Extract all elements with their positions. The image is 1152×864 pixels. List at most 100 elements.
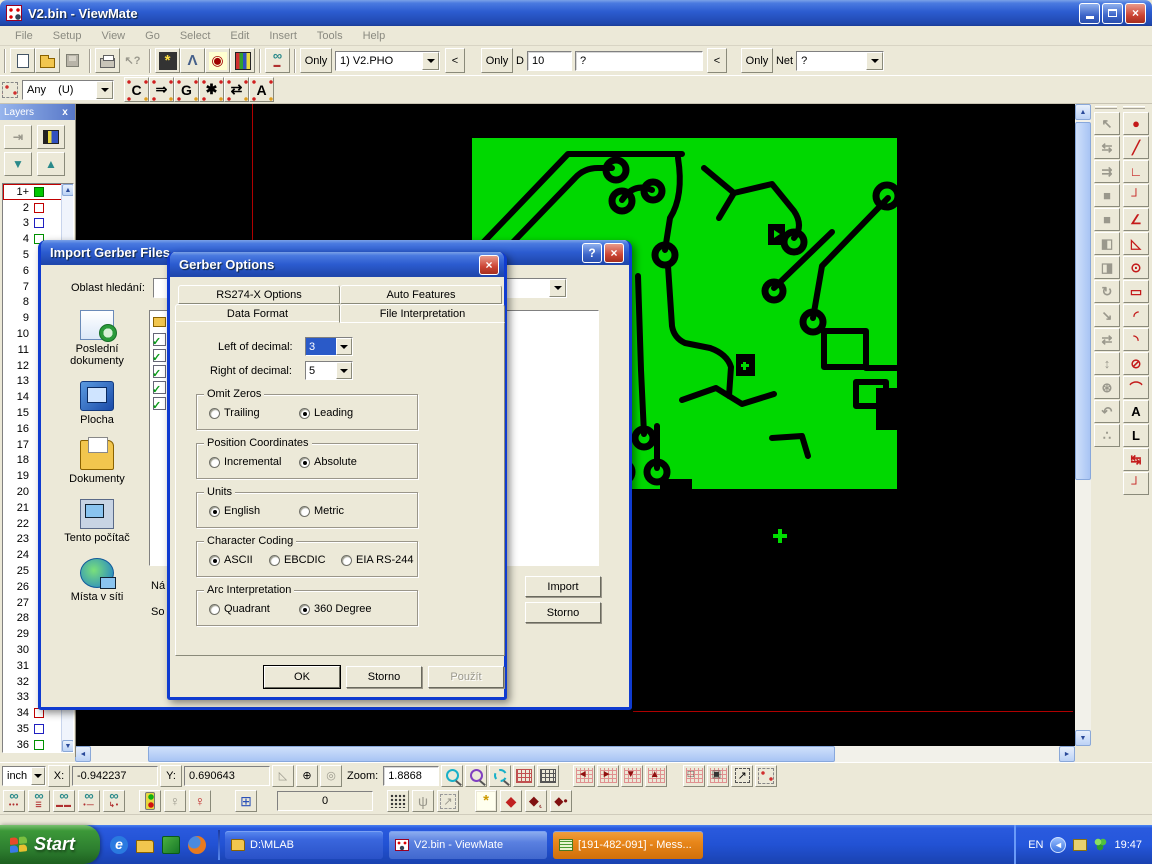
dialog-close-button[interactable]: × bbox=[479, 255, 499, 275]
import-cancel-button[interactable]: Storno bbox=[525, 602, 601, 623]
menu-item[interactable]: View bbox=[92, 28, 134, 44]
pan-right-button[interactable]: ► bbox=[597, 765, 619, 787]
draw-ellipse-button[interactable]: ⊘ bbox=[1123, 352, 1149, 375]
tile-windows-button[interactable]: ⊞ bbox=[235, 790, 257, 812]
draw-line-button[interactable]: ╱ bbox=[1123, 136, 1149, 159]
firefox-icon[interactable] bbox=[188, 836, 206, 854]
layer-insert-button[interactable]: ⇥ bbox=[4, 125, 32, 149]
layer-color-swatch[interactable] bbox=[34, 740, 44, 750]
draw-curve-button[interactable]: ⌒ bbox=[1123, 376, 1149, 399]
pan-up-button[interactable]: ▲ bbox=[645, 765, 667, 787]
scroll-up-icon[interactable]: ▲ bbox=[62, 184, 74, 196]
radio-option[interactable]: Absolute bbox=[299, 456, 389, 468]
scroll-down-icon[interactable]: ▼ bbox=[1075, 730, 1091, 746]
tab-file-interpretation[interactable]: File Interpretation bbox=[340, 304, 505, 323]
draw-angle-button[interactable]: ∠ bbox=[1123, 208, 1149, 231]
menu-item[interactable]: Go bbox=[136, 28, 169, 44]
pad-shape-button[interactable]: ■ bbox=[1094, 184, 1120, 207]
start-button[interactable]: Start bbox=[0, 825, 100, 864]
menu-item[interactable]: Tools bbox=[308, 28, 352, 44]
pan-down-button[interactable]: ▼ bbox=[621, 765, 643, 787]
place-desktop[interactable]: Plocha bbox=[52, 381, 142, 426]
scale-button[interactable]: ↘ bbox=[1094, 304, 1120, 327]
select-circle-button[interactable]: C bbox=[124, 77, 149, 102]
select-swap-button[interactable]: ⇄ bbox=[224, 77, 249, 102]
tab-rs274x-options[interactable]: RS274-X Options bbox=[178, 285, 340, 304]
open-file-button[interactable] bbox=[35, 48, 60, 73]
tab-auto-features[interactable]: Auto Features bbox=[340, 285, 502, 304]
quick-launch-folder-icon[interactable] bbox=[136, 840, 154, 853]
zoom-tool-button[interactable] bbox=[441, 765, 463, 787]
draw-rectangle-button[interactable]: ▭ bbox=[1123, 280, 1149, 303]
menu-item[interactable]: Select bbox=[171, 28, 220, 44]
menu-item[interactable]: Help bbox=[354, 28, 395, 44]
view-all-button[interactable]: ∞••• bbox=[3, 790, 25, 812]
rotate-button[interactable]: ↻ bbox=[1094, 280, 1120, 303]
apply-button[interactable]: Použít bbox=[428, 666, 504, 688]
scroll-up-icon[interactable]: ▲ bbox=[1075, 104, 1091, 120]
anchor-button[interactable]: ψ bbox=[412, 790, 434, 812]
gerber-file-icon[interactable] bbox=[153, 397, 166, 410]
left-of-decimal-select[interactable]: 3 bbox=[305, 337, 353, 356]
item-type-combobox[interactable]: Any (U) bbox=[22, 80, 114, 100]
insert-dimension-button[interactable]: ↹ bbox=[1123, 448, 1149, 471]
context-help-button[interactable]: ↖? bbox=[120, 48, 145, 73]
palette-grip[interactable] bbox=[1095, 106, 1117, 109]
chevron-down-icon[interactable] bbox=[866, 52, 883, 70]
radio-option[interactable]: EBCDIC bbox=[269, 554, 341, 566]
group-tool-button[interactable]: ∴ bbox=[1094, 424, 1120, 447]
dialog-help-button[interactable]: ? bbox=[582, 243, 602, 263]
radio-option[interactable]: Trailing bbox=[209, 407, 299, 419]
draw-corner-button[interactable]: ┘ bbox=[1123, 184, 1149, 207]
gerber-file-icon[interactable] bbox=[153, 349, 166, 362]
lamp-off-button[interactable]: ♀ bbox=[164, 790, 186, 812]
layer-combobox[interactable]: 1) V2.PHO bbox=[335, 51, 440, 71]
place-my-computer[interactable]: Tento počítač bbox=[52, 499, 142, 544]
print-button[interactable] bbox=[95, 48, 120, 73]
swap-button[interactable]: ⇄ bbox=[1094, 328, 1120, 351]
insert-text-button[interactable]: A bbox=[1123, 400, 1149, 423]
draw-pad-button[interactable]: ● bbox=[1123, 112, 1149, 135]
select-group-button[interactable]: G bbox=[174, 77, 199, 102]
inspect-button[interactable]: ∞▬ bbox=[265, 48, 290, 73]
task-explorer[interactable]: D:\MLAB bbox=[225, 831, 383, 859]
select-star-button[interactable]: ✱ bbox=[199, 77, 224, 102]
scroll-right-icon[interactable]: ► bbox=[1059, 746, 1075, 762]
previous-layer-button[interactable]: < bbox=[445, 48, 465, 73]
restore-button[interactable] bbox=[1102, 3, 1123, 24]
scroll-left-icon[interactable]: ◄ bbox=[75, 746, 91, 762]
undo-tool-button[interactable]: ↶ bbox=[1094, 400, 1120, 423]
layer-move-up-button[interactable]: ▲ bbox=[37, 152, 65, 176]
chevron-down-icon[interactable] bbox=[336, 338, 352, 355]
radio-option[interactable]: ASCII bbox=[209, 554, 269, 566]
radio-option[interactable]: English bbox=[209, 505, 299, 517]
grid-remove-button[interactable]: ▣ bbox=[707, 765, 729, 787]
ok-button[interactable]: OK bbox=[264, 666, 340, 688]
chevron-down-icon[interactable] bbox=[422, 52, 439, 70]
minimize-button[interactable] bbox=[1079, 3, 1100, 24]
view-dcode-button[interactable]: ∞•— bbox=[78, 790, 100, 812]
gerber-file-icon[interactable] bbox=[153, 365, 166, 378]
close-button[interactable]: × bbox=[1125, 3, 1146, 24]
scroll-down-icon[interactable]: ▼ bbox=[62, 740, 74, 752]
draw-triangle-button[interactable]: ◺ bbox=[1123, 232, 1149, 255]
select-text-button[interactable]: A bbox=[249, 77, 274, 102]
previous-dcode-button[interactable]: < bbox=[707, 48, 727, 73]
chevron-down-icon[interactable] bbox=[96, 81, 113, 99]
chevron-down-icon[interactable] bbox=[31, 767, 45, 785]
grid-settings-button[interactable] bbox=[513, 765, 535, 787]
layer-color-swatch[interactable] bbox=[34, 724, 44, 734]
place-recent-documents[interactable]: Poslední dokumenty bbox=[52, 310, 142, 367]
import-button[interactable]: Import bbox=[525, 576, 601, 597]
cancel-button[interactable]: Storno bbox=[346, 666, 422, 688]
locate-button[interactable]: ◎ bbox=[320, 765, 342, 787]
pad-dot-mode-button[interactable]: ◆• bbox=[550, 790, 572, 812]
hide-icons-chevron-icon[interactable]: ◄ bbox=[1050, 837, 1066, 853]
dcode-input[interactable]: 10 bbox=[527, 51, 572, 71]
task-messenger[interactable]: [191-482-091] - Mess... bbox=[553, 831, 703, 859]
task-viewmate[interactable]: V2.bin - ViewMate bbox=[389, 831, 547, 859]
gerber-file-icon[interactable] bbox=[153, 333, 166, 346]
palette-grip[interactable] bbox=[1123, 106, 1145, 109]
only-dcode-button[interactable]: Only bbox=[481, 48, 513, 73]
language-indicator[interactable]: EN bbox=[1028, 839, 1043, 851]
